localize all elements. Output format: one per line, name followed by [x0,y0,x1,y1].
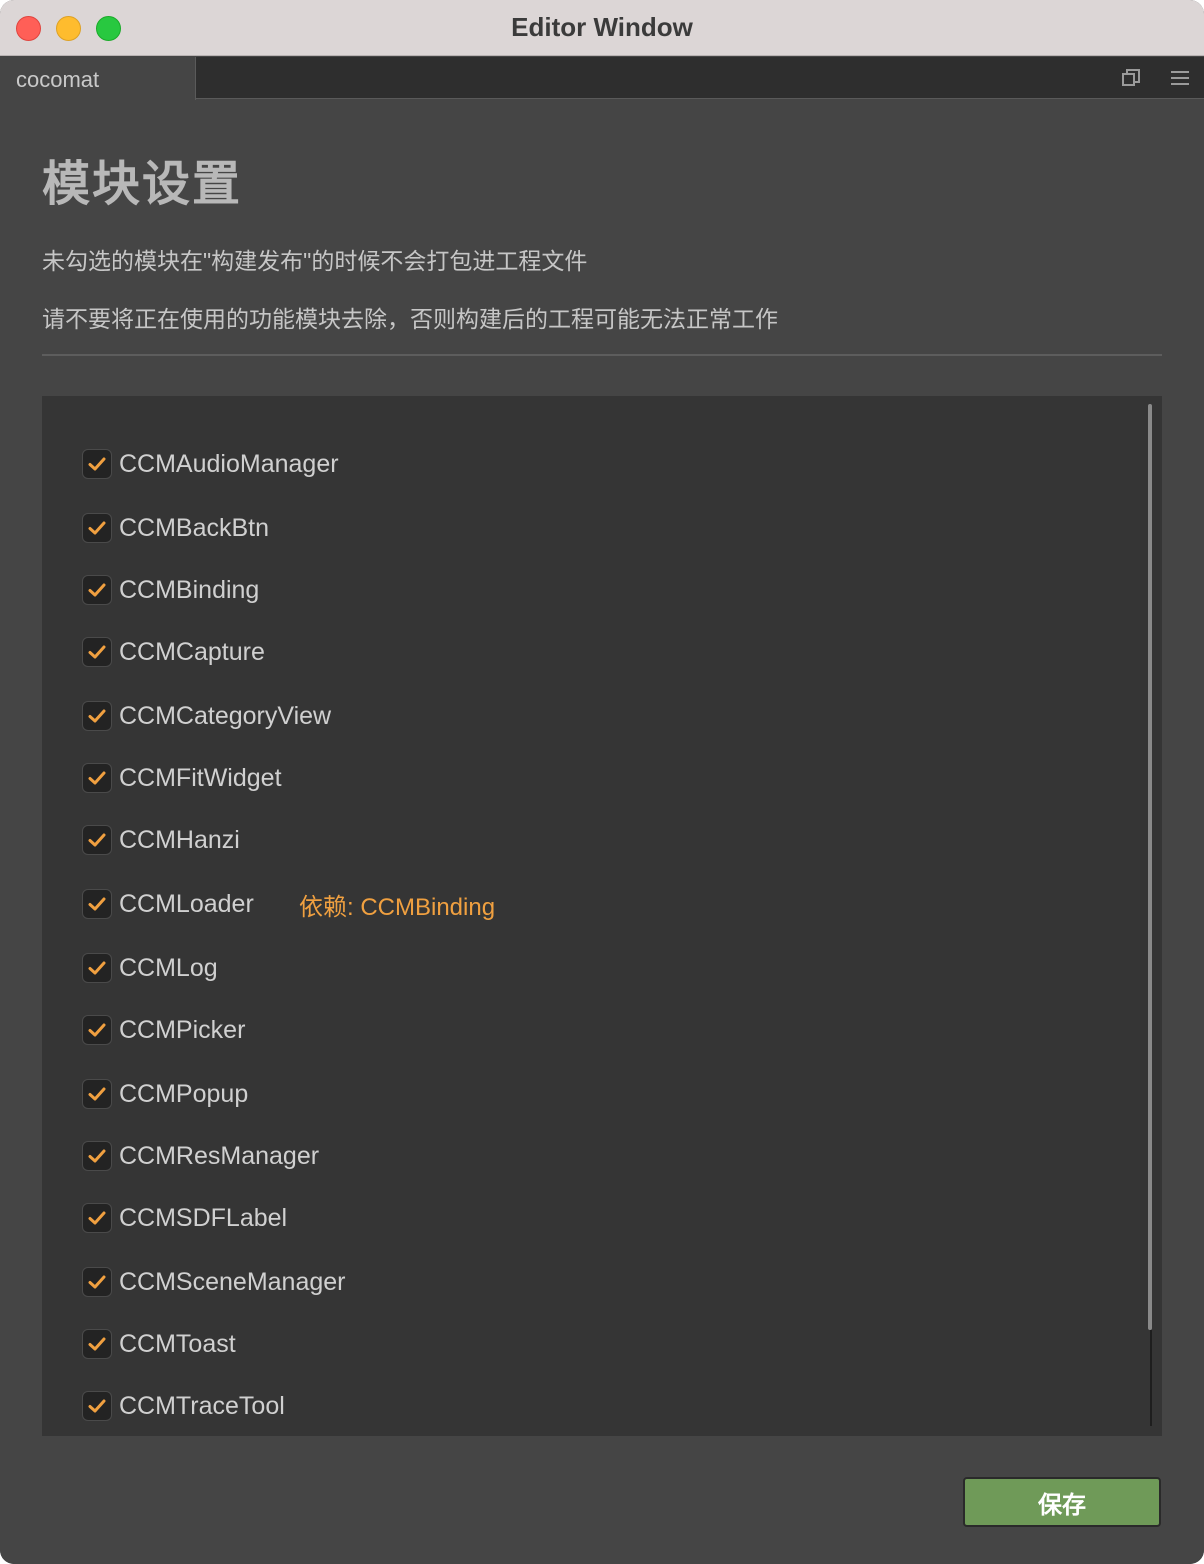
editor-window: Editor Window cocomat 模块设置 未勾选的模块在"构建发布"… [0,0,1204,1564]
module-checkbox[interactable] [82,1015,112,1045]
description-warning: 请不要将正在使用的功能模块去除，否则构建后的工程可能无法正常工作 [42,306,778,332]
title-bar: Editor Window [0,0,1204,56]
module-item[interactable]: CCMSceneManager [82,1262,346,1302]
module-item[interactable]: CCMBackBtn [82,508,291,548]
module-label: CCMPicker [119,1015,246,1044]
tab-bar: cocomat [0,57,1204,100]
checkmark-icon [88,1275,106,1289]
checkmark-icon [88,1399,106,1413]
checkmark-icon [88,457,106,471]
checkmark-icon [88,1023,106,1037]
module-checkbox[interactable] [82,825,112,855]
tab-cocomat[interactable]: cocomat [0,57,196,100]
checkmark-icon [88,645,106,659]
module-label: CCMPopup [119,1079,249,1108]
module-item[interactable]: CCMSDFLabel [82,1198,291,1238]
module-checkbox[interactable] [82,449,112,479]
module-checkbox[interactable] [82,1141,112,1171]
tab-label: cocomat [16,67,100,92]
module-checkbox[interactable] [82,1267,112,1297]
module-label: CCMLog [119,953,218,982]
popout-icon[interactable] [1122,69,1140,92]
checkmark-icon [88,583,106,597]
description-unchecked: 未勾选的模块在"构建发布"的时候不会打包进工程文件 [42,248,588,274]
module-label: CCMSDFLabel [119,1203,288,1232]
module-label: CCMBinding [119,575,260,604]
checkmark-icon [88,897,106,911]
module-item[interactable]: CCMCapture [82,632,291,672]
module-item[interactable]: CCMToast [82,1324,291,1364]
module-label: CCMTraceTool [119,1391,285,1420]
module-checkbox[interactable] [82,513,112,543]
module-list-panel[interactable]: CCMAudioManager CCMBackBtn CCMBinding CCMCa… [42,396,1162,1436]
content-area: 模块设置 未勾选的模块在"构建发布"的时候不会打包进工程文件 请不要将正在使用的… [0,100,1204,1564]
checkmark-icon [88,521,106,535]
module-item[interactable]: CCMResManager [82,1136,320,1176]
module-item[interactable]: CCMLog [82,948,291,988]
module-label: CCMCategoryView [119,701,332,730]
module-item[interactable]: CCMHanzi [82,820,291,860]
module-label: CCMFitWidget [119,763,282,792]
module-item[interactable]: CCMAudioManager [82,444,339,484]
module-checkbox[interactable] [82,1079,112,1109]
module-item[interactable]: CCMBinding [82,570,291,610]
module-checkbox[interactable] [82,953,112,983]
checkmark-icon [88,1337,106,1351]
module-label: CCMResManager [119,1141,320,1170]
module-label: CCMCapture [119,637,265,666]
menu-icon[interactable] [1170,69,1190,92]
window-title: Editor Window [511,12,693,42]
module-item[interactable]: CCMFitWidget [82,758,291,798]
scrollbar-track[interactable] [1150,1330,1152,1426]
module-label: CCMToast [119,1329,236,1358]
module-item[interactable]: CCMTraceTool [82,1386,291,1426]
save-button[interactable]: 保存 [963,1477,1161,1527]
dependency-note: 依赖: CCMBinding [299,893,496,921]
module-item[interactable]: CCMCategoryView [82,696,332,736]
module-checkbox[interactable] [82,1391,112,1421]
checkmark-icon [88,709,106,723]
module-label: CCMLoader [119,889,254,918]
module-label: CCMAudioManager [119,449,339,478]
page-title: 模块设置 [42,158,243,211]
module-checkbox[interactable] [82,889,112,919]
module-label: CCMSceneManager [119,1267,346,1296]
module-label: CCMHanzi [119,825,240,854]
module-item[interactable]: CCMPopup [82,1074,291,1114]
module-checkbox[interactable] [82,1203,112,1233]
module-checkbox[interactable] [82,763,112,793]
checkmark-icon [88,833,106,847]
module-label: CCMBackBtn [119,513,270,542]
scrollbar-thumb[interactable] [1148,404,1152,1330]
module-item[interactable]: CCMPicker [82,1010,291,1050]
checkmark-icon [88,961,106,975]
checkmark-icon [88,1211,106,1225]
module-item[interactable]: CCMLoader 依赖: CCMBinding [82,884,495,924]
checkmark-icon [88,1087,106,1101]
module-checkbox[interactable] [82,701,112,731]
divider [42,354,1162,356]
module-checkbox[interactable] [82,1329,112,1359]
module-checkbox[interactable] [82,637,112,667]
checkmark-icon [88,1149,106,1163]
checkmark-icon [88,771,106,785]
module-checkbox[interactable] [82,575,112,605]
